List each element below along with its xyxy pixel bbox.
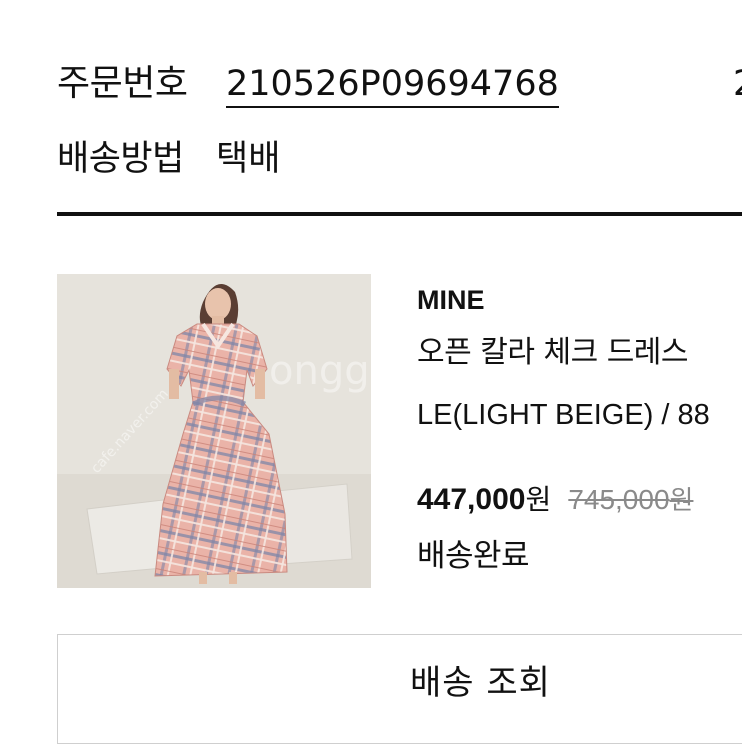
section-divider (57, 212, 742, 216)
sale-price-unit: 원 (525, 483, 552, 516)
product-option: LE(LIGHT BEIGE) / 88 (417, 399, 710, 431)
order-status: 배송완료 (417, 538, 530, 574)
product-name[interactable]: 오픈 칼라 체크 드레스 (417, 333, 689, 373)
product-photo-illustration: ongg cafe.naver.com (57, 274, 371, 588)
svg-text:ongg: ongg (269, 348, 370, 394)
order-number-link[interactable]: 210526P09694768 (226, 62, 559, 108)
shipping-method-label: 배송방법 (57, 139, 184, 179)
track-delivery-button[interactable] (57, 634, 742, 744)
product-brand[interactable]: MINE (417, 282, 485, 318)
sale-price: 447,000 (417, 483, 526, 516)
product-image[interactable]: ongg cafe.naver.com (57, 274, 371, 588)
price-row: 447,000원 745,000원 (417, 479, 693, 525)
original-price: 745,000 (568, 484, 670, 515)
shipping-method-value: 택배 (216, 139, 281, 179)
track-delivery-button-label[interactable]: 배송 조회 (410, 661, 551, 705)
order-date-partial: 2 (733, 62, 742, 106)
order-number-label: 주문번호 (57, 63, 188, 104)
original-price-unit: 원 (669, 486, 694, 516)
